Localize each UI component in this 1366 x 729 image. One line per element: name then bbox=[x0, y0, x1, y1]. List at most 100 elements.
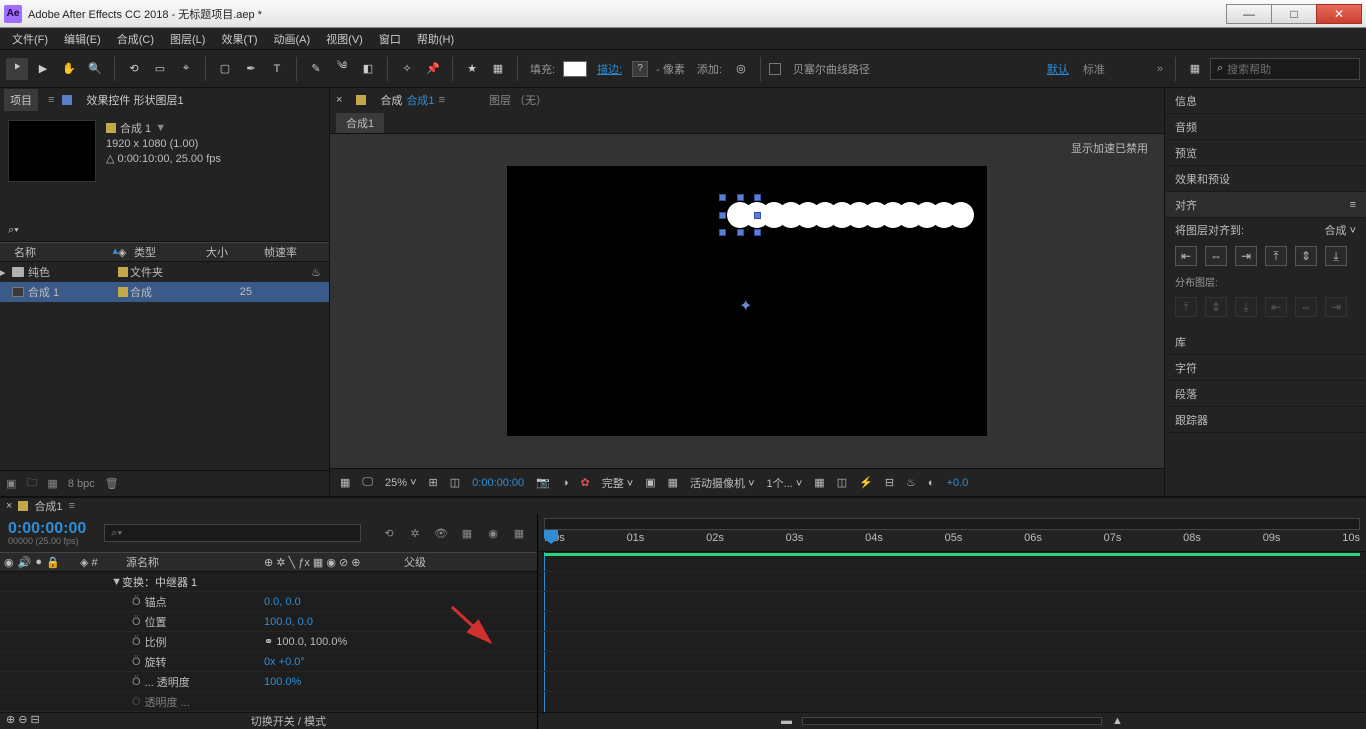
viewport[interactable]: 显示加速已禁用 ✦ bbox=[330, 134, 1164, 468]
property-row-scale[interactable]: Ö比例 ⚭ 100.0, 100.0% bbox=[0, 632, 537, 652]
menu-help[interactable]: 帮助(H) bbox=[409, 31, 462, 47]
workspace-grid-icon[interactable]: ▦ bbox=[1184, 58, 1206, 80]
comp-mini-icon[interactable]: ⟲ bbox=[379, 523, 399, 543]
camera-dropdown[interactable]: 活动摄像机 ˅ bbox=[690, 475, 754, 491]
add-target-icon[interactable]: ◎ bbox=[730, 58, 752, 80]
view-layout-icon[interactable]: ▦ bbox=[814, 476, 824, 489]
display-icon[interactable]: 🖵 bbox=[362, 476, 373, 489]
fast-preview-icon[interactable]: ⚡ bbox=[859, 476, 873, 489]
zoom-out-icon[interactable]: ▬ bbox=[781, 715, 792, 727]
selection-tool-icon[interactable]: ▶ bbox=[32, 58, 54, 80]
brush-tool-icon[interactable]: ✎ bbox=[305, 58, 327, 80]
anchor-point-icon[interactable]: ✦ bbox=[739, 296, 752, 316]
views-dropdown[interactable]: 1个... ˅ bbox=[767, 475, 803, 491]
panel-library[interactable]: 库 bbox=[1165, 329, 1366, 355]
lock-col-icon[interactable]: 🔒 bbox=[46, 556, 60, 569]
property-row-start-opacity[interactable]: Ö... 透明度 100.0% bbox=[0, 672, 537, 692]
time-ruler[interactable]: :00s01s02s 03s04s05s 06s07s08s 09s10s bbox=[538, 514, 1366, 552]
flowchart-icon[interactable]: ♨ bbox=[311, 267, 321, 279]
header-fps[interactable]: 帧速率 bbox=[260, 244, 314, 260]
align-vcenter-icon[interactable]: ⇕ bbox=[1295, 246, 1317, 266]
close-button[interactable]: ✕ bbox=[1316, 4, 1362, 24]
trash-icon[interactable]: 🗑 bbox=[105, 477, 119, 490]
hand-tool-icon[interactable]: ✋ bbox=[58, 58, 80, 80]
panel-effects-presets[interactable]: 效果和预设 bbox=[1165, 166, 1366, 192]
frame-blend-icon[interactable]: ▦ bbox=[457, 523, 477, 543]
label-col-icon[interactable]: ◈ bbox=[80, 557, 88, 569]
grid-icon[interactable]: ▦ bbox=[487, 58, 509, 80]
eraser-tool-icon[interactable]: ◧ bbox=[357, 58, 379, 80]
align-left-icon[interactable]: ⇤ bbox=[1175, 246, 1197, 266]
roi-icon[interactable]: ▣ bbox=[645, 476, 655, 489]
stopwatch-icon[interactable]: Ö bbox=[132, 616, 141, 628]
stopwatch-icon[interactable]: Ö bbox=[132, 636, 141, 648]
shy-icon[interactable]: 👁 bbox=[431, 523, 451, 543]
align-target-dropdown[interactable]: 合成 ˅ bbox=[1325, 222, 1356, 238]
mask-icon[interactable]: ◫ bbox=[450, 476, 460, 489]
label-chip[interactable] bbox=[118, 287, 128, 297]
position-value[interactable]: 100.0, 0.0 bbox=[260, 616, 400, 628]
panel-menu-icon[interactable]: ≡ bbox=[1350, 199, 1356, 211]
menu-edit[interactable]: 编辑(E) bbox=[56, 31, 109, 47]
layer-bar[interactable] bbox=[544, 553, 1360, 556]
menu-animation[interactable]: 动画(A) bbox=[266, 31, 319, 47]
parent-header[interactable]: 父级 bbox=[400, 554, 480, 570]
puppet-tool-icon[interactable]: 📌 bbox=[422, 58, 444, 80]
menu-layer[interactable]: 图层(L) bbox=[162, 31, 213, 47]
new-comp-icon[interactable]: ▦ bbox=[47, 477, 57, 490]
align-top-icon[interactable]: ⤒ bbox=[1265, 246, 1287, 266]
stopwatch-icon[interactable]: Ö bbox=[132, 676, 141, 688]
align-bottom-icon[interactable]: ⤓ bbox=[1325, 246, 1347, 266]
reset-exposure-icon[interactable]: ◐ bbox=[928, 477, 935, 489]
property-row-anchor[interactable]: Ö锚点 0.0, 0.0 bbox=[0, 592, 537, 612]
flowchart-icon[interactable]: ♨ bbox=[906, 476, 916, 489]
zoom-dropdown[interactable]: 25% ˅ bbox=[385, 477, 417, 489]
star-icon[interactable]: ★ bbox=[461, 58, 483, 80]
workspace-more-icon[interactable]: » bbox=[1153, 63, 1167, 75]
panel-audio[interactable]: 音频 bbox=[1165, 114, 1366, 140]
pen-tool-icon[interactable]: ✒ bbox=[240, 58, 262, 80]
stopwatch-icon[interactable]: Ö bbox=[132, 696, 141, 708]
rotation-value[interactable]: 0x +0.0° bbox=[260, 656, 400, 668]
panel-tracker[interactable]: 跟踪器 bbox=[1165, 407, 1366, 433]
anchor-value[interactable]: 0.0, 0.0 bbox=[260, 596, 400, 608]
graph-editor-icon[interactable]: ▦ bbox=[509, 523, 529, 543]
minimize-button[interactable]: — bbox=[1226, 4, 1272, 24]
show-snapshot-icon[interactable]: ◑ bbox=[562, 477, 569, 489]
transparency-icon[interactable]: ▦ bbox=[668, 476, 678, 489]
tab-effect-controls[interactable]: 效果控件 形状图层1 bbox=[80, 89, 189, 111]
align-right-icon[interactable]: ⇥ bbox=[1235, 246, 1257, 266]
source-name-header[interactable]: 源名称 bbox=[122, 554, 260, 570]
zoom-tool-icon[interactable]: 🔍 bbox=[84, 58, 106, 80]
snapshot-icon[interactable]: 📷 bbox=[536, 476, 550, 489]
channel-icon[interactable]: ✿ bbox=[581, 476, 590, 489]
resolution-dropdown[interactable]: 完整 ˅ bbox=[602, 475, 633, 491]
camera-tool-icon[interactable]: ▭ bbox=[149, 58, 171, 80]
orbit-tool-icon[interactable]: ⟲ bbox=[123, 58, 145, 80]
text-tool-icon[interactable]: T bbox=[266, 58, 288, 80]
panel-preview[interactable]: 预览 bbox=[1165, 140, 1366, 166]
bezier-checkbox[interactable] bbox=[769, 63, 781, 75]
stopwatch-icon[interactable]: Ö bbox=[132, 596, 141, 608]
project-search-input[interactable] bbox=[23, 225, 321, 237]
panel-align[interactable]: 对齐≡ bbox=[1165, 192, 1366, 218]
composition-canvas[interactable]: ✦ bbox=[507, 166, 987, 436]
menu-composition[interactable]: 合成(C) bbox=[109, 31, 162, 47]
timeline-icon[interactable]: ⊟ bbox=[885, 476, 894, 489]
close-tab-icon[interactable]: × bbox=[336, 94, 342, 106]
menu-view[interactable]: 视图(V) bbox=[318, 31, 371, 47]
project-row[interactable]: ▸ 纯色 文件夹 ♨ bbox=[0, 262, 329, 282]
header-size[interactable]: 大小 bbox=[202, 244, 260, 260]
project-row[interactable]: 合成 1 合成 25 bbox=[0, 282, 329, 302]
stroke-swatch[interactable]: ? bbox=[632, 61, 648, 77]
property-group-row[interactable]: ▼ 变换：中继器 1 bbox=[0, 572, 537, 592]
tab-menu-icon[interactable]: ≡ bbox=[69, 500, 75, 512]
workspace-default[interactable]: 默认 bbox=[1047, 61, 1069, 77]
panel-character[interactable]: 字符 bbox=[1165, 355, 1366, 381]
res-icon[interactable]: ⊞ bbox=[429, 476, 438, 489]
panel-paragraph[interactable]: 段落 bbox=[1165, 381, 1366, 407]
property-row-end-opacity[interactable]: Ö透明度 ... bbox=[0, 692, 537, 712]
roto-tool-icon[interactable]: ✧ bbox=[396, 58, 418, 80]
stopwatch-icon[interactable]: Ö bbox=[132, 656, 141, 668]
zoom-in-icon[interactable]: ▲ bbox=[1112, 715, 1123, 727]
